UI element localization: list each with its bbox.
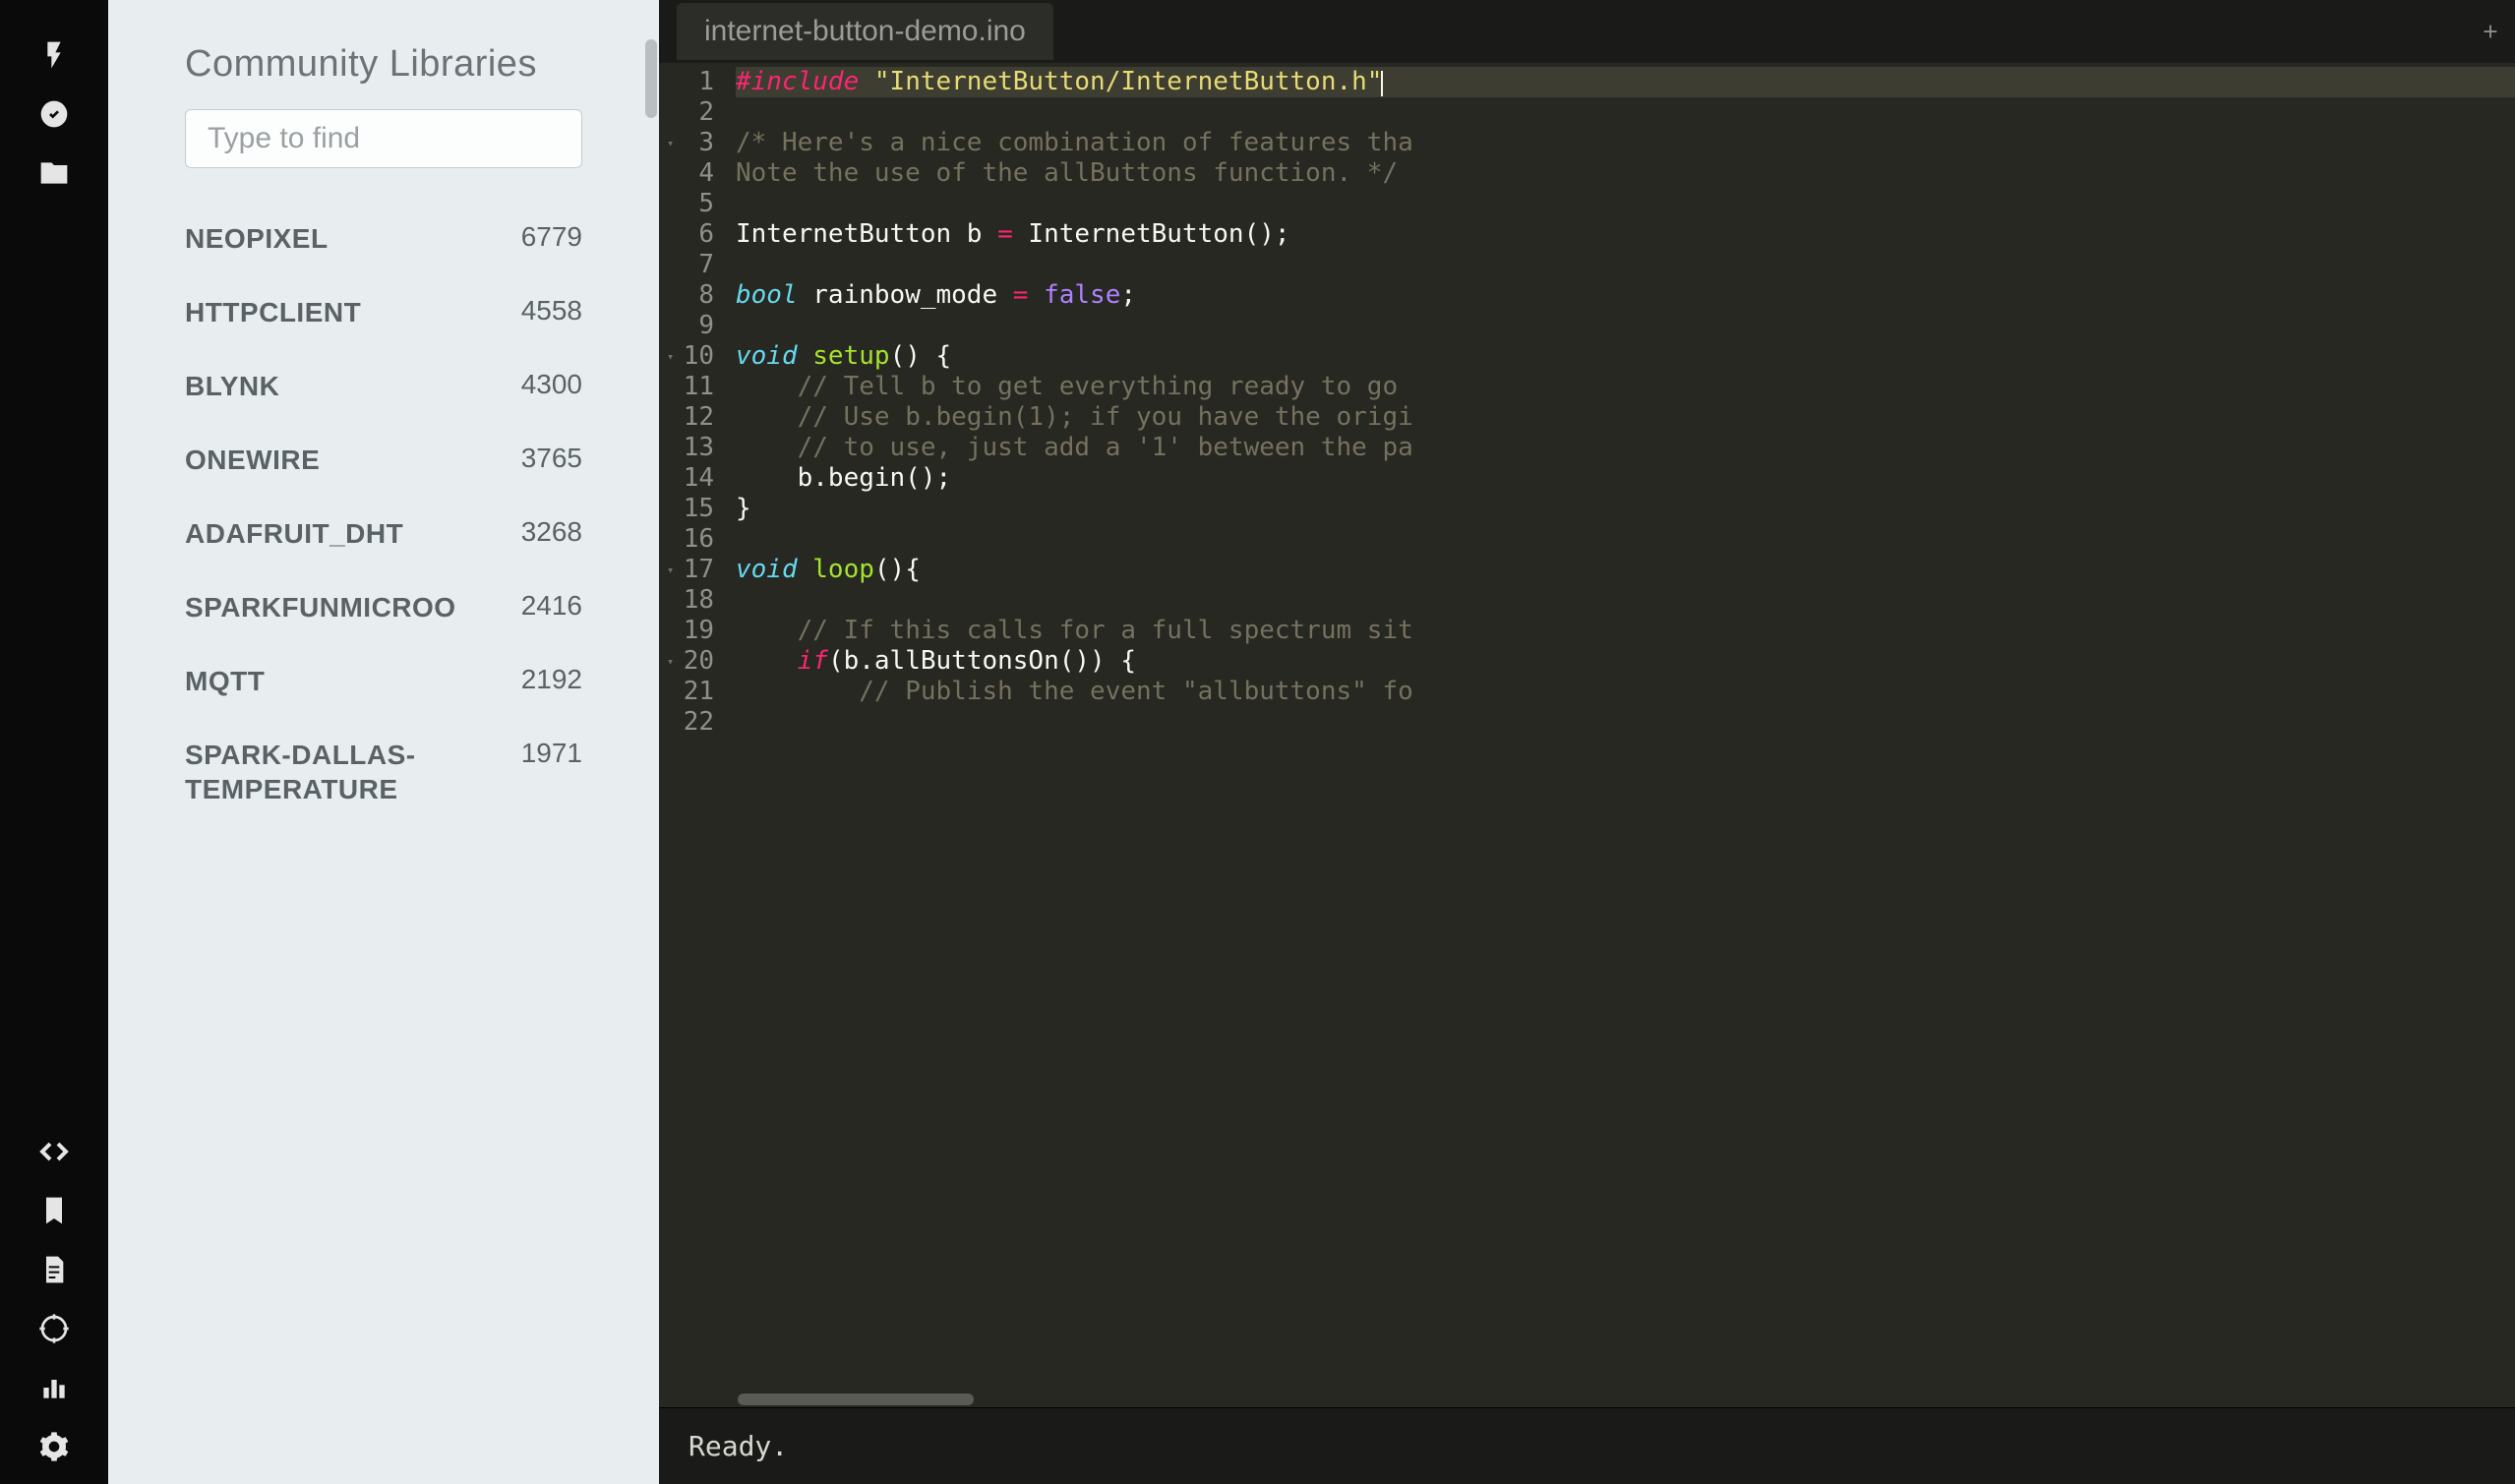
library-list: NEOPIXEL 6779 HTTPCLIENT 4558 BLYNK 4300 ONEWI… [185, 202, 582, 826]
line-number: 1 [669, 67, 714, 97]
target-icon[interactable] [36, 1311, 72, 1346]
line-number: 22 [669, 707, 714, 738]
code-editor[interactable]: 123▾45678910▾11121314151617▾181920▾2122 … [659, 63, 2515, 1407]
search-input[interactable] [185, 109, 582, 168]
line-number: 6 [669, 219, 714, 250]
code-line[interactable] [736, 707, 2515, 738]
line-number: 20▾ [669, 646, 714, 677]
library-item[interactable]: BLYNK 4300 [185, 349, 582, 423]
line-number: 10▾ [669, 341, 714, 372]
library-count: 6779 [521, 221, 582, 253]
library-name: HTTPCLIENT [185, 295, 361, 329]
library-item[interactable]: ADAFRUIT_DHT 3268 [185, 497, 582, 570]
line-number: 17▾ [669, 555, 714, 585]
line-number: 16 [669, 524, 714, 555]
code-line[interactable] [736, 585, 2515, 616]
code-line[interactable]: if(b.allButtonsOn()) { [736, 646, 2515, 677]
line-number: 18 [669, 585, 714, 616]
code-line[interactable]: bool rainbow_mode = false; [736, 280, 2515, 311]
library-name: NEOPIXEL [185, 221, 329, 256]
document-icon[interactable] [36, 1252, 72, 1287]
library-count: 2192 [521, 664, 582, 695]
folder-icon[interactable] [36, 155, 72, 191]
line-number: 19 [669, 616, 714, 646]
add-tab-button[interactable] [2476, 17, 2505, 46]
library-sidebar: Community Libraries NEOPIXEL 6779 HTTPCLIE… [108, 0, 659, 1484]
line-number: 12 [669, 402, 714, 433]
status-bar: Ready. [659, 1407, 2515, 1484]
file-tab[interactable]: internet-button-demo.ino [677, 3, 1053, 60]
code-line[interactable]: b.begin(); [736, 463, 2515, 494]
line-number: 11 [669, 372, 714, 402]
tab-bar: internet-button-demo.ino [659, 0, 2515, 63]
editor-area: internet-button-demo.ino 123▾45678910▾11… [659, 0, 2515, 1484]
library-item[interactable]: HTTPCLIENT 4558 [185, 275, 582, 349]
icon-rail [0, 0, 108, 1484]
code-line[interactable]: // to use, just add a '1' between the pa [736, 433, 2515, 463]
sidebar-title: Community Libraries [185, 43, 582, 86]
library-name: SPARK-DALLAS-TEMPERATURE [185, 738, 480, 806]
library-item[interactable]: ONEWIRE 3765 [185, 423, 582, 497]
bookmark-icon[interactable] [36, 1193, 72, 1228]
line-number: 14 [669, 463, 714, 494]
line-number: 9 [669, 311, 714, 341]
library-item[interactable]: SPARKFUNMICROO 2416 [185, 570, 582, 644]
library-name: MQTT [185, 664, 265, 698]
line-number: 5 [669, 189, 714, 219]
code-line[interactable] [736, 250, 2515, 280]
code-line[interactable]: // Publish the event "allbuttons" fo [736, 677, 2515, 707]
line-number: 3▾ [669, 128, 714, 158]
library-count: 1971 [521, 738, 582, 769]
library-item[interactable]: SPARK-DALLAS-TEMPERATURE 1971 [185, 718, 582, 826]
library-name: SPARKFUNMICROO [185, 590, 456, 624]
code-line[interactable]: Note the use of the allButtons function.… [736, 158, 2515, 189]
library-count: 4300 [521, 369, 582, 400]
library-count: 2416 [521, 590, 582, 622]
library-name: ONEWIRE [185, 443, 320, 477]
line-number: 13 [669, 433, 714, 463]
sidebar-scroll-thumb[interactable] [645, 39, 657, 118]
code-line[interactable] [736, 524, 2515, 555]
library-item[interactable]: MQTT 2192 [185, 644, 582, 718]
code-line[interactable] [736, 97, 2515, 128]
sidebar-scrollbar[interactable] [641, 0, 659, 1484]
flash-icon[interactable] [36, 37, 72, 73]
line-number: 7 [669, 250, 714, 280]
code-line[interactable]: /* Here's a nice combination of features… [736, 128, 2515, 158]
fold-marker-icon[interactable]: ▾ [667, 646, 674, 677]
code-line[interactable]: InternetButton b = InternetButton(); [736, 219, 2515, 250]
line-number: 21 [669, 677, 714, 707]
fold-marker-icon[interactable]: ▾ [667, 555, 674, 585]
fold-marker-icon[interactable]: ▾ [667, 341, 674, 372]
code-icon[interactable] [36, 1134, 72, 1169]
code-content[interactable]: #include "InternetButton/InternetButton.… [728, 63, 2515, 1407]
library-count: 3268 [521, 516, 582, 548]
library-name: ADAFRUIT_DHT [185, 516, 403, 551]
line-gutter: 123▾45678910▾11121314151617▾181920▾2122 [659, 63, 728, 1407]
fold-marker-icon[interactable]: ▾ [667, 128, 674, 158]
library-name: BLYNK [185, 369, 279, 403]
code-line[interactable]: void loop(){ [736, 555, 2515, 585]
code-line[interactable] [736, 311, 2515, 341]
horizontal-scrollbar[interactable] [738, 1394, 974, 1405]
code-line[interactable]: // If this calls for a full spectrum sit [736, 616, 2515, 646]
code-line[interactable]: #include "InternetButton/InternetButton.… [736, 67, 2515, 97]
library-count: 3765 [521, 443, 582, 474]
line-number: 4 [669, 158, 714, 189]
code-line[interactable]: } [736, 494, 2515, 524]
line-number: 2 [669, 97, 714, 128]
gear-icon[interactable] [36, 1429, 72, 1464]
text-cursor [1381, 71, 1383, 96]
code-line[interactable]: // Tell b to get everything ready to go [736, 372, 2515, 402]
library-count: 4558 [521, 295, 582, 326]
library-item[interactable]: NEOPIXEL 6779 [185, 202, 582, 275]
code-line[interactable]: // Use b.begin(1); if you have the origi [736, 402, 2515, 433]
line-number: 15 [669, 494, 714, 524]
check-circle-icon[interactable] [36, 96, 72, 132]
bar-chart-icon[interactable] [36, 1370, 72, 1405]
code-line[interactable] [736, 189, 2515, 219]
code-line[interactable]: void setup() { [736, 341, 2515, 372]
line-number: 8 [669, 280, 714, 311]
